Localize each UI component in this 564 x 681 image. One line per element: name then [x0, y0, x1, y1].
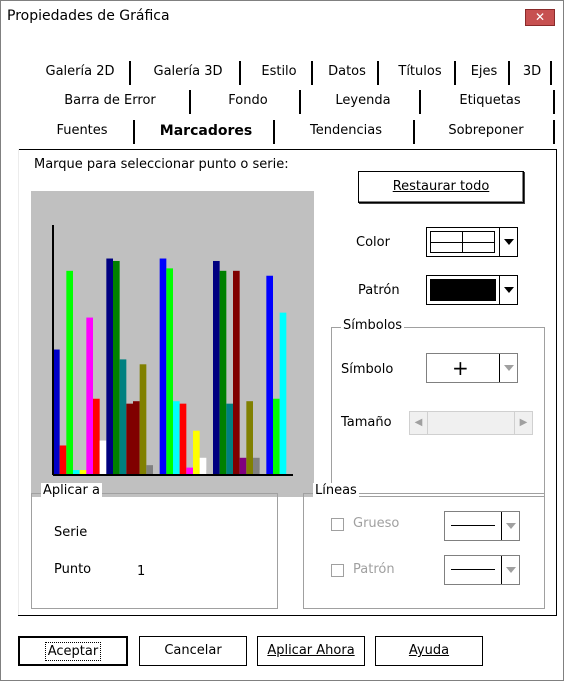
tab-galeria-2d[interactable]: Galería 2D [31, 61, 131, 85]
tab-sobreponer[interactable]: Sobreponer [419, 120, 555, 144]
tab-barra-de-error[interactable]: Barra de Error [31, 90, 191, 114]
chart-bar[interactable] [133, 401, 140, 475]
tab-galeria-3d[interactable]: Galería 3D [137, 61, 241, 85]
accept-button[interactable]: Aceptar [18, 636, 128, 666]
color-select[interactable] [426, 227, 518, 257]
series-label: Serie [54, 525, 88, 540]
pattern-label: Patrón [358, 283, 400, 298]
title-bar: Propiedades de Gráfica ✕ [1, 1, 563, 31]
symbol-select[interactable]: + [426, 353, 518, 383]
tab-tendencias[interactable]: Tendencias [279, 120, 415, 144]
cancel-button[interactable]: Cancelar [139, 636, 247, 666]
chevron-down-icon[interactable] [499, 354, 517, 382]
chart-bar[interactable] [106, 258, 113, 475]
chevron-down-icon[interactable] [499, 276, 517, 304]
window-title: Propiedades de Gráfica [7, 8, 170, 24]
chart-bar[interactable] [219, 270, 227, 475]
color-swatch [430, 231, 495, 253]
apply-to-group-title: Aplicar a [41, 483, 102, 498]
symbol-label: Símbolo [341, 362, 394, 377]
chart-bar[interactable] [99, 440, 107, 475]
chart-bar[interactable] [193, 430, 200, 475]
tab-estilo[interactable]: Estilo [247, 61, 313, 85]
help-label: Ayuda [408, 643, 450, 658]
tab-ejes[interactable]: Ejes [460, 61, 510, 85]
chart-bar[interactable] [213, 260, 220, 475]
chart-bar[interactable] [186, 467, 193, 475]
chart-bar[interactable] [173, 401, 180, 475]
close-button[interactable]: ✕ [525, 9, 555, 26]
chart-bar[interactable] [66, 270, 73, 475]
apply-to-group [31, 493, 278, 609]
symbol-value: + [452, 356, 469, 380]
chart-bar[interactable] [246, 401, 253, 475]
chart-bar[interactable] [179, 403, 187, 475]
chart-bar[interactable] [166, 268, 173, 475]
chart-bar[interactable] [159, 258, 167, 475]
size-label: Tamaño [341, 415, 392, 430]
thick-checkbox[interactable] [331, 518, 344, 531]
chart-bar[interactable] [93, 398, 100, 475]
chart-bar[interactable] [59, 445, 67, 475]
panel-border-right [556, 149, 557, 615]
help-button[interactable]: Ayuda [375, 636, 483, 666]
chart-bar[interactable] [86, 317, 93, 475]
chart-bar[interactable] [146, 465, 153, 475]
chart-bar[interactable] [253, 457, 260, 475]
chart-bar[interactable] [199, 457, 207, 475]
properties-dialog: Propiedades de Gráfica ✕ Galería 2D Gale… [0, 0, 564, 681]
restore-all-button[interactable]: Restaurar todo [358, 171, 524, 203]
panel-border-bottom [18, 615, 557, 616]
chart-bar[interactable] [126, 403, 133, 475]
chart-bar[interactable] [139, 364, 147, 475]
apply-now-label: Aplicar Ahora [267, 643, 355, 658]
panel-border-left [18, 149, 19, 615]
chart-bar[interactable] [279, 312, 287, 475]
point-value: 1 [137, 564, 146, 579]
tab-3d[interactable]: 3D [514, 61, 552, 85]
lines-group-title: Líneas [313, 483, 359, 498]
pattern-select[interactable] [426, 275, 518, 305]
chart-bar[interactable] [226, 403, 233, 475]
size-slider[interactable]: ◀ ▶ [409, 411, 533, 435]
tab-datos[interactable]: Datos [317, 61, 379, 85]
tab-etiquetas[interactable]: Etiquetas [427, 90, 555, 114]
symbols-group-title: Símbolos [341, 318, 405, 333]
line-pattern-checkbox[interactable] [331, 564, 344, 577]
chevron-right-icon[interactable]: ▶ [514, 412, 532, 434]
tab-leyenda[interactable]: Leyenda [307, 90, 421, 114]
dialog-content: Galería 2D Galería 3D Estilo Datos Títul… [1, 31, 563, 680]
color-label: Color [356, 235, 390, 250]
chevron-left-icon[interactable]: ◀ [410, 412, 428, 434]
tab-fuentes[interactable]: Fuentes [31, 120, 135, 144]
instruction-label: Marque para seleccionar punto o serie: [34, 157, 289, 172]
tab-titulos[interactable]: Títulos [386, 61, 456, 85]
bar-chart[interactable] [31, 191, 314, 497]
chevron-down-icon[interactable] [499, 228, 517, 256]
cancel-label: Cancelar [164, 643, 222, 658]
thick-label: Grueso [353, 516, 400, 531]
tab-fondo[interactable]: Fondo [197, 90, 301, 114]
restore-all-label: Restaurar todo [392, 179, 490, 194]
chart-bar[interactable] [273, 398, 280, 475]
point-label: Punto [54, 562, 92, 577]
chart-preview[interactable] [31, 191, 314, 497]
chart-bar[interactable] [113, 260, 120, 475]
chart-bar[interactable] [119, 359, 127, 475]
chart-bar[interactable] [233, 270, 240, 475]
line-pattern-label: Patrón [353, 562, 395, 577]
chevron-down-icon[interactable] [501, 512, 519, 540]
chevron-down-icon[interactable] [501, 556, 519, 584]
panel-border-top [18, 149, 556, 150]
apply-now-button[interactable]: Aplicar Ahora [257, 636, 365, 666]
line-pattern-select[interactable] [444, 555, 520, 585]
pattern-swatch [430, 279, 496, 301]
chart-bar[interactable] [239, 457, 247, 475]
tab-marcadores[interactable]: Marcadores [139, 120, 275, 144]
accept-label: Aceptar [44, 642, 102, 661]
chart-bar[interactable] [266, 275, 273, 475]
thick-select[interactable] [444, 511, 520, 541]
